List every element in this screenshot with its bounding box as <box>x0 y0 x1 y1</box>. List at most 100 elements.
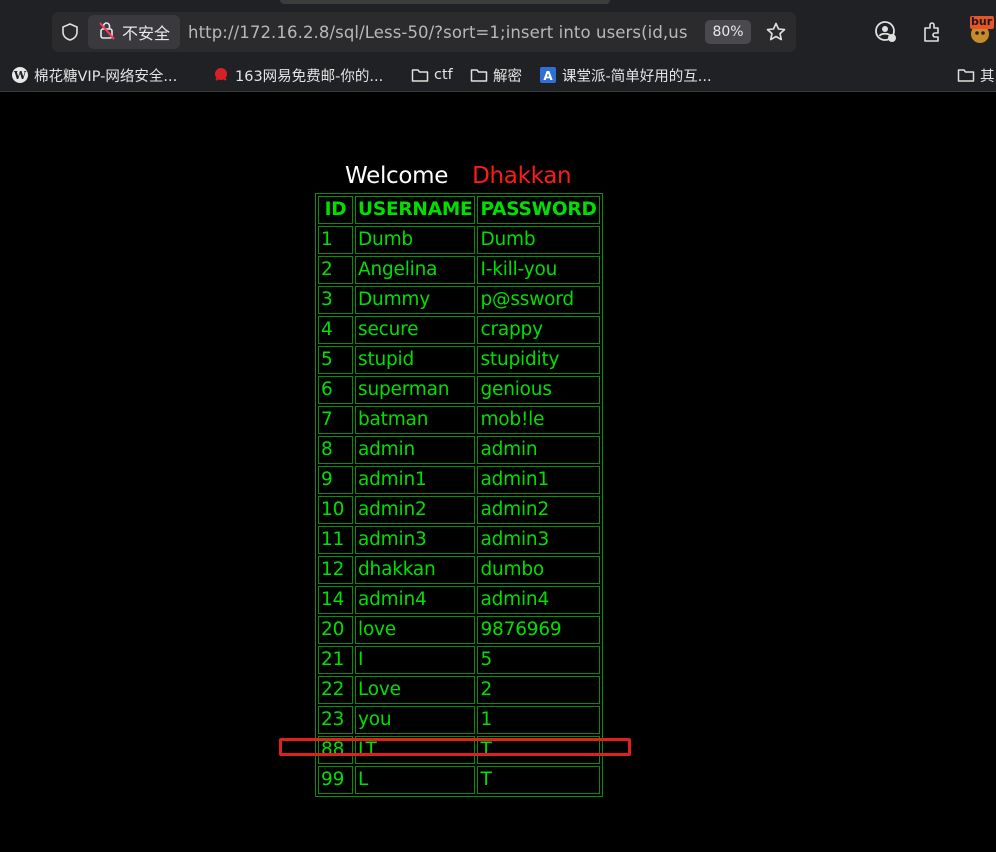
cell-id: 22 <box>318 676 353 704</box>
column-header-username: USERNAME <box>355 196 476 224</box>
table-row: 14 admin4 admin4 <box>318 586 600 614</box>
table-row: 3 Dummy p@ssword <box>318 286 600 314</box>
table-row: 7 batman mob!le <box>318 406 600 434</box>
cell-username: batman <box>355 406 476 434</box>
security-indicator[interactable]: 不安全 <box>88 15 181 49</box>
cell-id: 21 <box>318 646 353 674</box>
table-row: 6 superman genious <box>318 376 600 404</box>
chrome-divider <box>0 91 996 92</box>
cell-id: 11 <box>318 526 353 554</box>
bookmark-label: 课堂派-简单好用的互... <box>562 68 712 85</box>
bookmark-label: 其 <box>980 68 995 85</box>
cell-password: admin1 <box>477 466 600 494</box>
insecure-lock-icon <box>96 19 118 45</box>
table-row: 9 admin1 admin1 <box>318 466 600 494</box>
burp-extension-icon[interactable]: bur <box>966 14 996 44</box>
svg-text:A: A <box>543 69 553 83</box>
cell-id: 1 <box>318 226 353 254</box>
account-icon[interactable] <box>874 20 898 44</box>
table-row: 8 admin admin <box>318 436 600 464</box>
cell-id: 2 <box>318 256 353 284</box>
browser-chrome: 不安全 http://172.16.2.8/sql/Less-50/?sort=… <box>0 0 996 92</box>
bookmark-label: 棉花糖VIP-网络安全... <box>34 68 178 85</box>
cell-username: Angelina <box>355 256 476 284</box>
ketangpai-icon: A <box>539 66 557 84</box>
cell-password: crappy <box>477 316 600 344</box>
column-header-password: PASSWORD <box>477 196 600 224</box>
bookmark-item[interactable]: 其 <box>957 64 995 86</box>
security-label: 不安全 <box>122 24 171 43</box>
table-row: 5 stupid stupidity <box>318 346 600 374</box>
cell-password: admin2 <box>477 496 600 524</box>
cell-id: 3 <box>318 286 353 314</box>
cell-id: 20 <box>318 616 353 644</box>
cell-password: genious <box>477 376 600 404</box>
bookmark-label: 解密 <box>493 68 522 85</box>
folder-icon <box>470 66 488 84</box>
highlight-box <box>279 738 631 756</box>
cell-password: admin3 <box>477 526 600 554</box>
folder-icon <box>957 66 975 84</box>
address-bar[interactable]: 不安全 http://172.16.2.8/sql/Less-50/?sort=… <box>52 12 796 52</box>
cell-username: secure <box>355 316 476 344</box>
cell-username: dhakkan <box>355 556 476 584</box>
cell-password: I-kill-you <box>477 256 600 284</box>
cell-username: admin3 <box>355 526 476 554</box>
cell-username: Love <box>355 676 476 704</box>
table-row: 1 Dumb Dumb <box>318 226 600 254</box>
bookmark-item[interactable]: 解密 <box>470 64 522 86</box>
welcome-banner: Welcome Dhakkan <box>345 163 572 189</box>
cell-id: 14 <box>318 586 353 614</box>
cell-username: L <box>355 766 476 794</box>
cell-username: admin <box>355 436 476 464</box>
cell-username: Dummy <box>355 286 476 314</box>
cell-username: admin4 <box>355 586 476 614</box>
cell-id: 5 <box>318 346 353 374</box>
cell-username: Dumb <box>355 226 476 254</box>
bookmark-star-icon[interactable] <box>764 20 788 44</box>
table-row: 12 dhakkan dumbo <box>318 556 600 584</box>
cell-password: admin <box>477 436 600 464</box>
cell-password: 2 <box>477 676 600 704</box>
cell-username: I <box>355 646 476 674</box>
table-row: 99 L T <box>318 766 600 794</box>
table-row: 20 love 9876969 <box>318 616 600 644</box>
cell-id: 7 <box>318 406 353 434</box>
url-text[interactable]: http://172.16.2.8/sql/Less-50/?sort=1;in… <box>188 23 688 42</box>
extensions-icon[interactable] <box>920 20 944 44</box>
bookmark-label: ctf <box>434 67 453 83</box>
cell-username: you <box>355 706 476 734</box>
cell-username: stupid <box>355 346 476 374</box>
wordpress-icon: W <box>11 66 29 84</box>
netease-icon <box>212 66 230 84</box>
cell-id: 23 <box>318 706 353 734</box>
cell-password: 1 <box>477 706 600 734</box>
svg-text:W: W <box>13 69 27 82</box>
cell-username: admin1 <box>355 466 476 494</box>
cell-id: 99 <box>318 766 353 794</box>
cell-password: 9876969 <box>477 616 600 644</box>
bookmark-item[interactable]: W 棉花糖VIP-网络安全... <box>11 64 177 86</box>
table-row: 10 admin2 admin2 <box>318 496 600 524</box>
cell-password: admin4 <box>477 586 600 614</box>
cell-id: 12 <box>318 556 353 584</box>
cell-username: love <box>355 616 476 644</box>
bookmark-label: 163网易免费邮-你的... <box>235 68 384 85</box>
cell-id: 8 <box>318 436 353 464</box>
bookmark-item[interactable]: 163网易免费邮-你的... <box>212 64 383 86</box>
shield-icon[interactable] <box>52 12 88 52</box>
cell-id: 6 <box>318 376 353 404</box>
cell-password: mob!le <box>477 406 600 434</box>
table-row: 21 I 5 <box>318 646 600 674</box>
cell-password: T <box>477 766 600 794</box>
cell-id: 4 <box>318 316 353 344</box>
cell-id: 10 <box>318 496 353 524</box>
column-header-id: ID <box>318 196 353 224</box>
zoom-badge[interactable]: 80% <box>705 20 751 44</box>
cell-password: 5 <box>477 646 600 674</box>
bookmark-item[interactable]: ctf <box>411 64 453 86</box>
table-row: 4 secure crappy <box>318 316 600 344</box>
table-row: 2 Angelina I-kill-you <box>318 256 600 284</box>
bookmark-item[interactable]: A 课堂派-简单好用的互... <box>539 64 712 86</box>
cell-username: superman <box>355 376 476 404</box>
